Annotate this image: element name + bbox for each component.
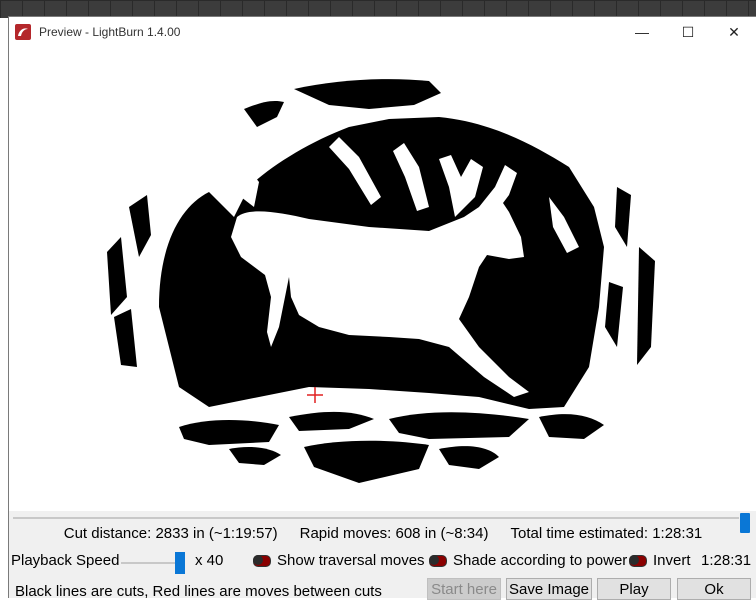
speed-slider-track[interactable]: [121, 562, 183, 564]
window-title: Preview - LightBurn 1.4.00: [39, 25, 181, 39]
maximize-button[interactable]: ☐: [665, 17, 711, 47]
job-statistics: Cut distance: 2833 in (~1:19:57) Rapid m…: [9, 525, 756, 547]
playback-speed-label: Playback Speed: [11, 552, 120, 569]
playback-progress-slider[interactable]: [9, 511, 756, 533]
speed-multiplier-text: x 40: [195, 552, 224, 569]
speed-slider-handle[interactable]: [175, 552, 185, 574]
progress-slider-track: [13, 517, 739, 519]
cut-preview-artwork: [107, 79, 655, 483]
playback-controls: Playback Speed x 40 Show traversal moves…: [11, 552, 755, 574]
title-bar: Preview - LightBurn 1.4.00 — ☐ ✕: [9, 17, 756, 47]
total-time-text: Total time estimated: 1:28:31: [510, 525, 703, 542]
lightburn-logo-icon: [15, 24, 31, 40]
shade-power-toggle[interactable]: Shade according to power: [429, 552, 627, 569]
minimize-button[interactable]: —: [619, 17, 665, 47]
toggle-switch-icon[interactable]: [429, 554, 447, 567]
show-traversal-label: Show traversal moves: [277, 552, 425, 569]
show-traversal-toggle[interactable]: Show traversal moves: [253, 552, 425, 569]
elapsed-time-text: 1:28:31: [701, 552, 752, 569]
toggle-switch-icon[interactable]: [629, 554, 647, 567]
footer-bar: Black lines are cuts, Red lines are move…: [9, 578, 756, 600]
start-position-marker: [307, 387, 323, 403]
cut-distance-text: Cut distance: 2833 in (~1:19:57): [63, 525, 278, 542]
invert-toggle[interactable]: Invert: [629, 552, 691, 569]
rapid-moves-text: Rapid moves: 608 in (~8:34): [299, 525, 489, 542]
invert-label: Invert: [653, 552, 691, 569]
shade-power-label: Shade according to power: [453, 552, 628, 569]
legend-hint-text: Black lines are cuts, Red lines are move…: [15, 583, 382, 600]
toggle-switch-icon[interactable]: [253, 554, 271, 567]
preview-canvas[interactable]: [9, 47, 756, 511]
preview-window: Preview - LightBurn 1.4.00 — ☐ ✕ Cut dis…: [8, 16, 756, 600]
close-button[interactable]: ✕: [711, 17, 756, 47]
